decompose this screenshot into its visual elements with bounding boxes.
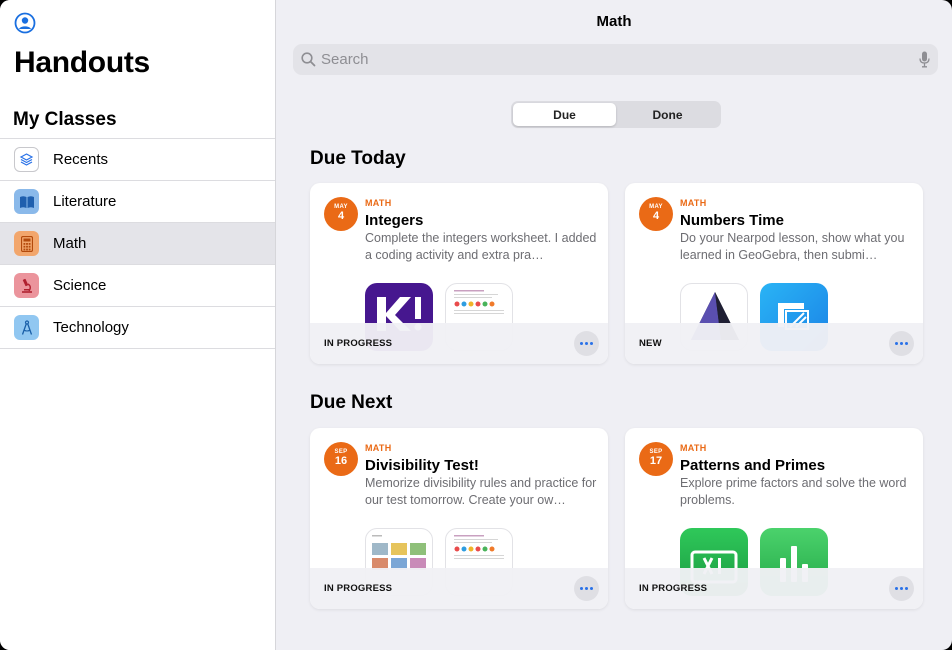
status-label: IN PROGRESS <box>324 338 393 349</box>
status-label: IN PROGRESS <box>639 583 708 594</box>
page-title: Math <box>596 13 632 30</box>
handout-card[interactable]: MAY 4 MATH Numbers Time Do your Nearpod … <box>625 183 923 364</box>
card-description: Do your Nearpod lesson, show what you le… <box>680 231 905 262</box>
sidebar-item-label: Science <box>53 277 107 294</box>
class-list: Recents Literature Math Science Technolo… <box>0 138 275 349</box>
card-footer: IN PROGRESS <box>625 568 923 609</box>
date-badge: SEP 16 <box>324 442 358 476</box>
sidebar-item-label: Math <box>53 235 87 252</box>
app-title: Handouts <box>14 46 150 79</box>
handout-card[interactable]: MAY 4 MATH Integers Complete the integer… <box>310 183 608 364</box>
attachments <box>680 283 840 351</box>
card-title: Numbers Time <box>680 212 784 229</box>
handout-card[interactable]: SEP 16 MATH Divisibility Test! Memorize … <box>310 428 608 609</box>
more-button[interactable] <box>574 331 599 356</box>
group-title-due-today: Due Today <box>310 148 406 169</box>
sidebar-item-technology[interactable]: Technology <box>0 307 275 349</box>
sidebar-item-label: Literature <box>53 193 117 210</box>
more-button[interactable] <box>889 576 914 601</box>
handout-card[interactable]: SEP 17 MATH Patterns and Primes Explore … <box>625 428 923 609</box>
sidebar-item-recents[interactable]: Recents <box>0 139 275 181</box>
date-day: 17 <box>649 455 663 467</box>
card-description: Complete the integers worksheet. I added… <box>365 231 597 262</box>
segment-due[interactable]: Due <box>513 103 616 126</box>
account-icon[interactable] <box>14 12 36 34</box>
book-icon <box>14 189 39 214</box>
card-title: Integers <box>365 212 424 229</box>
segmented-control: Due Done <box>511 101 721 128</box>
ellipsis-icon <box>580 587 593 590</box>
date-day: 4 <box>337 210 345 222</box>
group-title-due-next: Due Next <box>310 392 393 413</box>
app-window: Handouts My Classes Recents Literature M… <box>0 0 952 650</box>
search-input[interactable] <box>321 51 938 68</box>
sidebar-item-math[interactable]: Math <box>0 223 275 265</box>
date-badge: SEP 17 <box>639 442 673 476</box>
card-footer: IN PROGRESS <box>310 568 608 609</box>
sidebar-item-science[interactable]: Science <box>0 265 275 307</box>
card-subject: MATH <box>680 443 707 453</box>
compass-icon <box>14 315 39 340</box>
microscope-icon <box>14 273 39 298</box>
status-label: IN PROGRESS <box>324 583 393 594</box>
attachments <box>680 528 840 596</box>
date-day: 4 <box>652 210 660 222</box>
more-button[interactable] <box>889 331 914 356</box>
card-subject: MATH <box>365 198 392 208</box>
date-day: 16 <box>334 455 348 467</box>
date-badge: MAY 4 <box>324 197 358 231</box>
sidebar-item-label: Recents <box>53 151 109 168</box>
section-title: My Classes <box>13 109 117 130</box>
sidebar-item-literature[interactable]: Literature <box>0 181 275 223</box>
status-label: NEW <box>639 338 662 349</box>
card-subject: MATH <box>365 443 392 453</box>
segment-done[interactable]: Done <box>616 103 719 126</box>
sidebar: Handouts My Classes Recents Literature M… <box>0 0 276 650</box>
ellipsis-icon <box>580 342 593 345</box>
card-footer: NEW <box>625 323 923 364</box>
ellipsis-icon <box>895 587 908 590</box>
card-description: Memorize divisibility rules and practice… <box>365 476 597 507</box>
main-content: Math Due Done Due Today MAY 4 MATH Integ… <box>276 0 952 650</box>
sidebar-item-label: Technology <box>53 319 129 336</box>
date-badge: MAY 4 <box>639 197 673 231</box>
card-description: Explore prime factors and solve the word… <box>680 476 907 507</box>
ellipsis-icon <box>895 342 908 345</box>
more-button[interactable] <box>574 576 599 601</box>
card-title: Divisibility Test! <box>365 457 479 474</box>
attachments <box>365 283 525 351</box>
microphone-icon[interactable] <box>919 51 930 68</box>
search-bar[interactable] <box>293 44 938 75</box>
search-icon <box>301 52 316 67</box>
calculator-icon <box>14 231 39 256</box>
layers-icon <box>14 147 39 172</box>
attachments <box>365 528 525 596</box>
card-footer: IN PROGRESS <box>310 323 608 364</box>
card-title: Patterns and Primes <box>680 457 826 474</box>
card-subject: MATH <box>680 198 707 208</box>
